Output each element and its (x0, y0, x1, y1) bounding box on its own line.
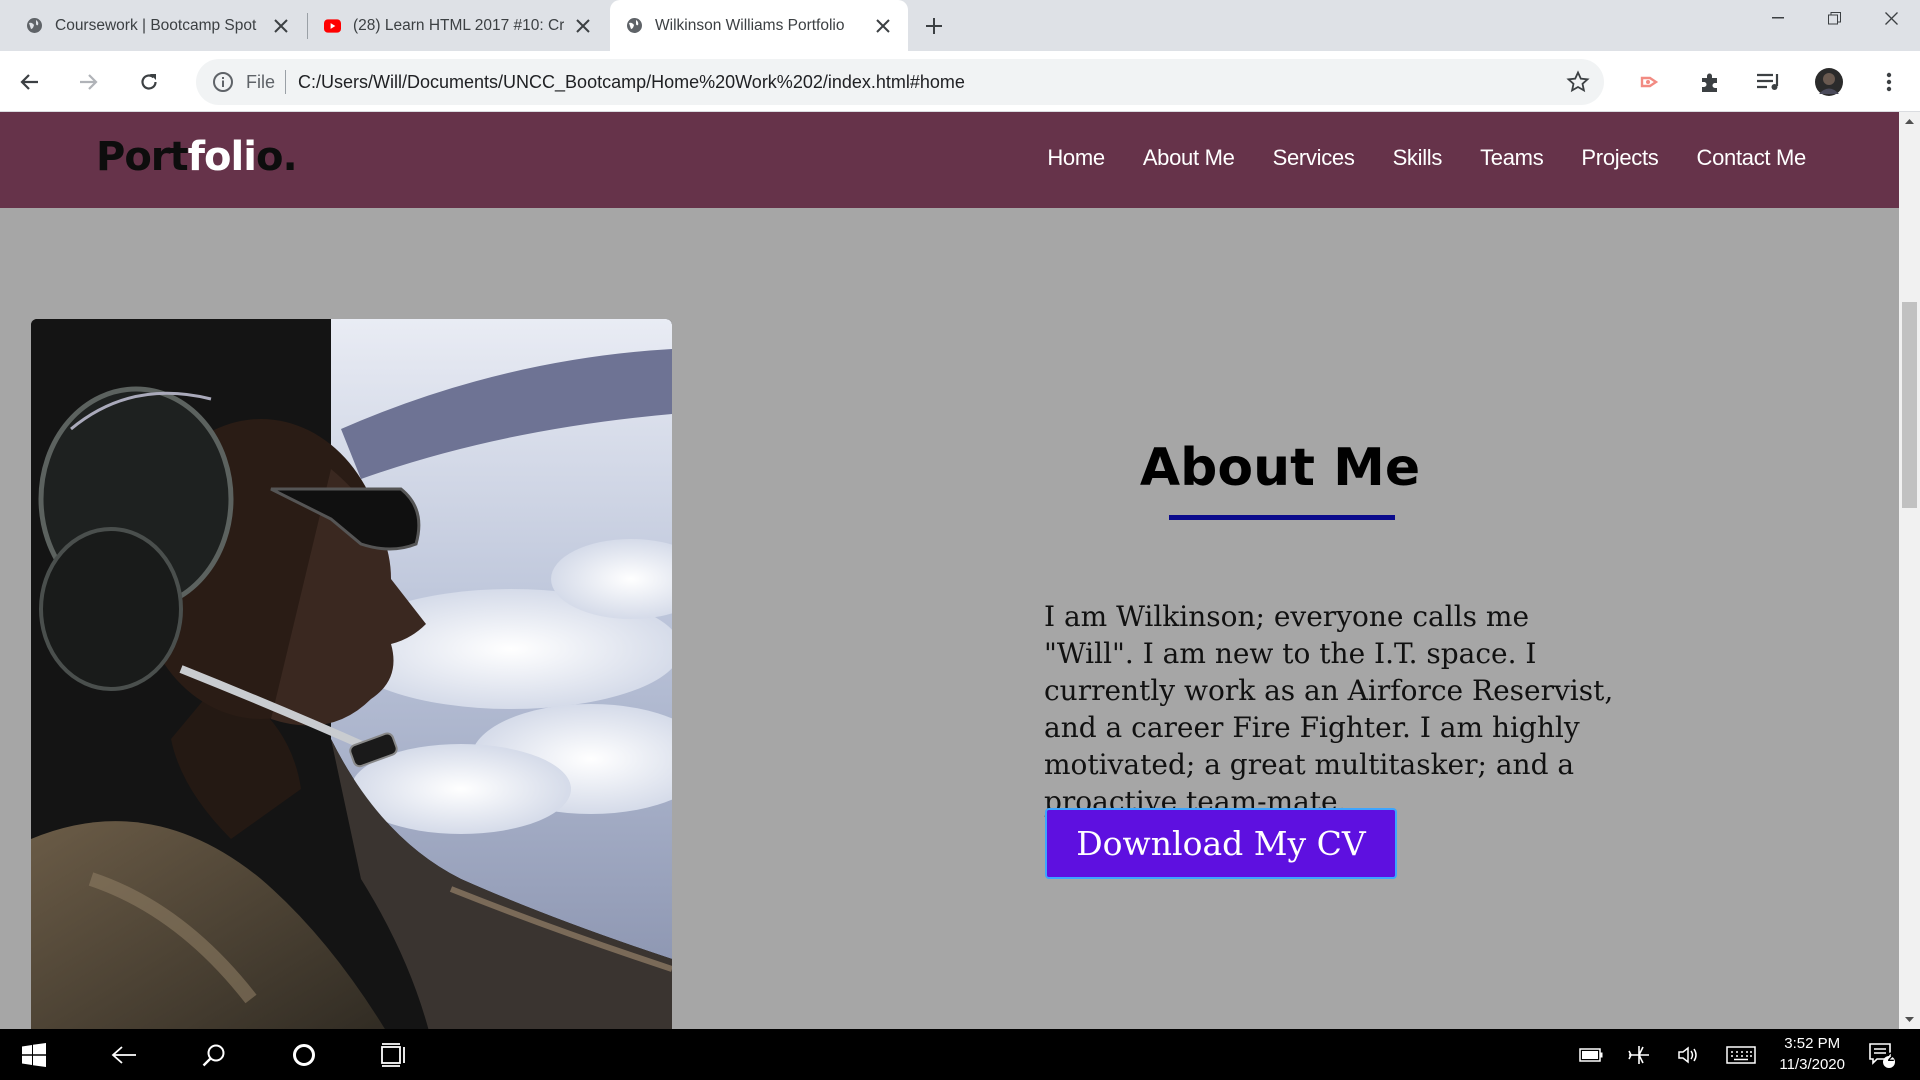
heading-underline (1169, 515, 1395, 520)
notification-count: 2 (1887, 1050, 1895, 1064)
nav-skills[interactable]: Skills (1393, 145, 1443, 171)
tab-youtube[interactable]: (28) Learn HTML 2017 #10: Cre (308, 0, 608, 51)
url-text[interactable]: C:/Users/Will/Documents/UNCC_Bootcamp/Ho… (298, 72, 965, 93)
notification-center-icon[interactable]: 2 (1864, 1037, 1900, 1073)
cortana-icon[interactable] (286, 1037, 322, 1073)
close-window-button[interactable] (1862, 0, 1920, 36)
close-icon[interactable] (872, 15, 894, 37)
close-icon[interactable] (572, 15, 594, 37)
omnibox-divider (285, 70, 287, 94)
nav-projects[interactable]: Projects (1581, 145, 1658, 171)
nav-home[interactable]: Home (1047, 145, 1105, 171)
clock-date: 11/3/2020 (1779, 1056, 1845, 1073)
tab-coursework[interactable]: Coursework | Bootcamp Spot (0, 0, 306, 51)
profile-avatar[interactable] (1811, 64, 1847, 100)
media-queue-icon[interactable] (1751, 64, 1787, 100)
back-button[interactable] (12, 64, 48, 100)
volume-icon[interactable] (1672, 1037, 1706, 1073)
windows-taskbar: 3:52 PM 11/3/2020 2 (0, 1029, 1920, 1080)
profile-photo (31, 319, 672, 1029)
nav-about-me[interactable]: About Me (1143, 145, 1235, 171)
nav-contact-me[interactable]: Contact Me (1697, 145, 1807, 171)
tab-title: (28) Learn HTML 2017 #10: Cre (353, 16, 564, 34)
address-bar[interactable]: File C:/Users/Will/Documents/UNCC_Bootca… (196, 59, 1604, 105)
extensions-puzzle-icon[interactable] (1692, 64, 1728, 100)
close-icon[interactable] (270, 15, 292, 37)
site-nav: Home About Me Services Skills Teams Proj… (1009, 145, 1806, 171)
about-me-heading: About Me (1139, 438, 1421, 498)
reload-button[interactable] (131, 64, 167, 100)
logo-part-3: o. (255, 134, 298, 180)
site-logo[interactable]: Portfolio. (96, 134, 298, 180)
system-clock[interactable]: 3:52 PM 11/3/2020 (1779, 1033, 1845, 1075)
airplane-mode-icon[interactable] (1622, 1037, 1656, 1073)
extension-cast-icon[interactable] (1632, 64, 1668, 100)
tab-title: Coursework | Bootcamp Spot (55, 16, 257, 34)
download-cv-button[interactable]: Download My CV (1045, 808, 1397, 879)
minimize-button[interactable] (1749, 0, 1807, 36)
restore-button[interactable] (1805, 0, 1863, 36)
clock-time: 3:52 PM (1784, 1035, 1841, 1052)
task-view-icon[interactable] (376, 1037, 412, 1073)
tab-strip: Coursework | Bootcamp Spot (28) Learn HT… (0, 0, 1920, 51)
page-viewport: Portfolio. Home About Me Services Skills… (0, 112, 1899, 1029)
scroll-up-icon[interactable] (1904, 116, 1915, 127)
globe-icon (626, 17, 643, 34)
globe-icon (26, 17, 43, 34)
tab-title: Wilkinson Williams Portfolio (655, 16, 845, 34)
logo-part-2: foli (187, 134, 257, 180)
about-me-paragraph: I am Wilkinson; everyone calls me "Will"… (1044, 600, 1614, 818)
site-navbar: Portfolio. Home About Me Services Skills… (0, 112, 1899, 208)
new-tab-button[interactable] (918, 11, 950, 41)
nav-services[interactable]: Services (1273, 145, 1355, 171)
browser-toolbar: File C:/Users/Will/Documents/UNCC_Bootca… (0, 51, 1920, 112)
youtube-icon (324, 17, 341, 34)
scrollbar-thumb[interactable] (1902, 302, 1917, 508)
menu-kebab-icon[interactable] (1871, 64, 1907, 100)
scroll-down-icon[interactable] (1904, 1014, 1915, 1025)
nav-teams[interactable]: Teams (1480, 145, 1544, 171)
logo-part-1: Port (96, 134, 189, 180)
page-scrollbar[interactable] (1899, 112, 1920, 1029)
battery-icon[interactable] (1574, 1037, 1608, 1073)
bookmark-star-icon[interactable] (1566, 70, 1590, 94)
windows-start-icon[interactable] (16, 1037, 52, 1073)
url-scheme: File (246, 71, 276, 92)
forward-button[interactable] (70, 64, 106, 100)
info-icon[interactable] (212, 71, 234, 93)
tab-portfolio[interactable]: Wilkinson Williams Portfolio (610, 0, 908, 51)
keyboard-icon[interactable] (1722, 1037, 1760, 1073)
back-arrow-icon[interactable] (106, 1037, 142, 1073)
search-icon[interactable] (196, 1037, 232, 1073)
